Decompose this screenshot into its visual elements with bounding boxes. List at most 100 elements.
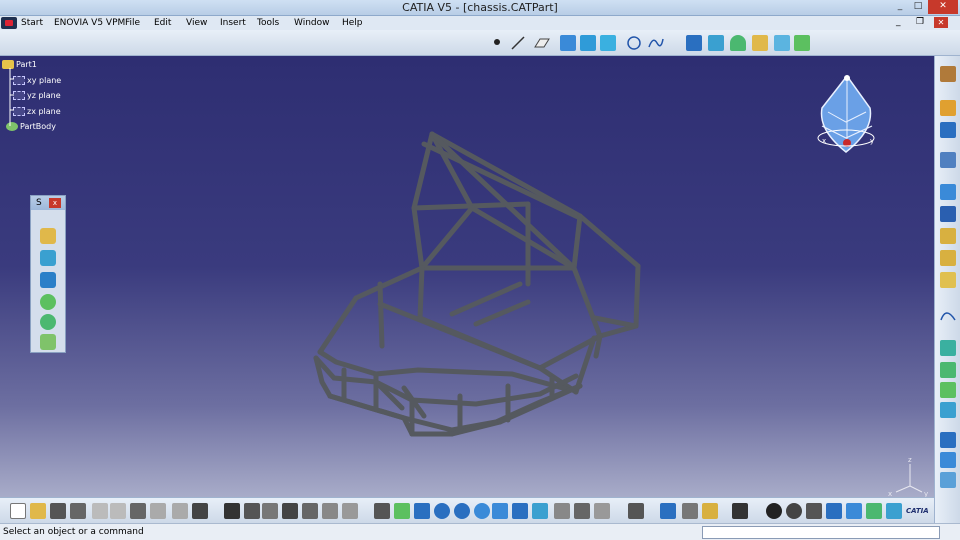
shading-icon[interactable]: [554, 503, 570, 519]
open-icon[interactable]: [30, 503, 46, 519]
catia-logo-icon[interactable]: [1, 17, 17, 29]
print-icon[interactable]: [70, 503, 86, 519]
rotate-view-icon[interactable]: [492, 503, 508, 519]
spline-icon[interactable]: [648, 35, 664, 51]
tool-d-icon[interactable]: [826, 503, 842, 519]
knowledge-tool-icon[interactable]: [262, 503, 278, 519]
maximize-button[interactable]: □: [910, 0, 926, 14]
split-icon[interactable]: [708, 35, 724, 51]
fly-mode-icon[interactable]: [342, 503, 358, 519]
trim-icon[interactable]: [730, 35, 746, 51]
copy-icon[interactable]: [110, 503, 126, 519]
extrude-icon[interactable]: [560, 35, 576, 51]
offset-icon[interactable]: [940, 362, 956, 378]
sketcher-icon[interactable]: [940, 66, 956, 82]
apply-material-icon[interactable]: [940, 432, 956, 448]
plane-icon[interactable]: [534, 35, 550, 51]
menu-insert[interactable]: Insert: [220, 17, 246, 29]
line-icon[interactable]: [510, 35, 526, 51]
menu-tools[interactable]: Tools: [257, 17, 279, 29]
fill-surface-icon[interactable]: [40, 334, 56, 350]
minimize-button[interactable]: _: [892, 0, 908, 14]
tool-a-icon[interactable]: [766, 503, 782, 519]
formula-icon[interactable]: [224, 503, 240, 519]
update-icon[interactable]: [940, 250, 956, 266]
tool-c-icon[interactable]: [806, 503, 822, 519]
analysis-icon[interactable]: [940, 272, 956, 288]
translate-icon[interactable]: [774, 35, 790, 51]
boolean-icon[interactable]: [940, 228, 956, 244]
measure-tool-icon[interactable]: [628, 503, 644, 519]
iso-view-icon[interactable]: [532, 503, 548, 519]
surface-icon[interactable]: [940, 340, 956, 356]
axis-system-icon[interactable]: [940, 184, 956, 200]
transform-icon[interactable]: [794, 35, 810, 51]
select-icon[interactable]: [940, 100, 956, 116]
catalog-icon[interactable]: [702, 503, 718, 519]
tool-b-icon[interactable]: [786, 503, 802, 519]
sphere-surface-icon[interactable]: [40, 272, 56, 288]
undo-icon[interactable]: [150, 503, 166, 519]
menu-edit[interactable]: Edit: [154, 17, 171, 29]
sweep-icon[interactable]: [580, 35, 596, 51]
menu-view[interactable]: View: [186, 17, 207, 29]
whats-this-icon[interactable]: [192, 503, 208, 519]
circle-icon[interactable]: [626, 35, 642, 51]
cut-icon[interactable]: [92, 503, 108, 519]
chassis-frame-model[interactable]: x y z x y: [0, 56, 934, 523]
table-icon[interactable]: [282, 503, 298, 519]
close-button[interactable]: ✕: [928, 0, 958, 14]
pattern-tool-icon[interactable]: [302, 503, 318, 519]
parameter-icon[interactable]: [322, 503, 338, 519]
menu-help[interactable]: Help: [342, 17, 363, 29]
material-icon[interactable]: [660, 503, 676, 519]
save-icon[interactable]: [50, 503, 66, 519]
menu-window[interactable]: Window: [294, 17, 330, 29]
sweep-surface-icon[interactable]: [40, 314, 56, 330]
connect-icon[interactable]: [940, 402, 956, 418]
tool-e-icon[interactable]: [866, 503, 882, 519]
document-minimize-button[interactable]: _: [896, 17, 901, 27]
menu-enovia[interactable]: ENOVIA V5 VPM: [54, 17, 125, 29]
new-icon[interactable]: [10, 503, 26, 519]
zoom-in-icon[interactable]: [434, 503, 450, 519]
hide-show-icon[interactable]: [574, 503, 590, 519]
comment-icon[interactable]: [244, 503, 260, 519]
constraint-icon[interactable]: [940, 122, 956, 138]
3d-compass-icon[interactable]: [886, 503, 902, 519]
3d-viewport[interactable]: x y z x y Part1 xy plane yz plane zx pla…: [0, 56, 934, 523]
extrude-surface-icon[interactable]: [40, 228, 56, 244]
wireframe-icon[interactable]: [732, 503, 748, 519]
grid-icon[interactable]: [846, 503, 862, 519]
compass-widget[interactable]: [817, 74, 875, 153]
view-icon[interactable]: [512, 503, 528, 519]
floating-toolbar-close[interactable]: x: [49, 198, 61, 208]
floating-toolbar-header[interactable]: S x: [31, 196, 65, 210]
swap-visible-icon[interactable]: [594, 503, 610, 519]
join-icon[interactable]: [686, 35, 702, 51]
blend-icon[interactable]: [940, 382, 956, 398]
pattern-icon[interactable]: [940, 206, 956, 222]
analysis-tool-icon[interactable]: [940, 472, 956, 488]
measure-icon[interactable]: [940, 152, 956, 168]
zoom-out-icon[interactable]: [454, 503, 470, 519]
scan-icon[interactable]: [682, 503, 698, 519]
document-close-button[interactable]: ✕: [934, 17, 948, 28]
fill-icon[interactable]: [600, 35, 616, 51]
pan-icon[interactable]: [394, 503, 410, 519]
offset-surface-icon[interactable]: [40, 294, 56, 310]
knowledge-icon[interactable]: [940, 452, 956, 468]
menu-file[interactable]: File: [125, 17, 140, 29]
redo-icon[interactable]: [172, 503, 188, 519]
command-input[interactable]: [702, 526, 940, 539]
normal-view-icon[interactable]: [474, 503, 490, 519]
fit-all-icon[interactable]: [374, 503, 390, 519]
floating-toolbar[interactable]: S x: [30, 195, 66, 353]
paste-icon[interactable]: [130, 503, 146, 519]
shape-fillet-icon[interactable]: [752, 35, 768, 51]
curve-icon[interactable]: [940, 306, 956, 322]
rotate-icon[interactable]: [414, 503, 430, 519]
point-icon[interactable]: [494, 39, 500, 45]
document-restore-button[interactable]: ❐: [916, 17, 924, 27]
menu-start[interactable]: Start: [21, 17, 43, 29]
